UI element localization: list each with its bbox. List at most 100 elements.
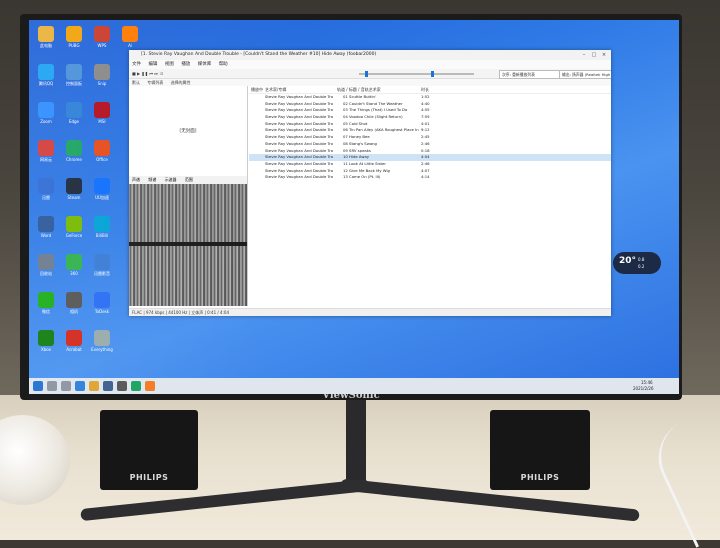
mail-icon[interactable]: [117, 381, 127, 391]
menu-help[interactable]: 帮助: [219, 62, 228, 67]
app-icon: [94, 64, 110, 80]
table-row[interactable]: Stevie Ray Vaughan And Double Trouble 02 …: [249, 101, 611, 108]
row-title: 04 Voodoo Chile (Slight Return): [343, 114, 403, 120]
table-row[interactable]: Stevie Ray Vaughan And Double Trouble 11 …: [249, 161, 611, 168]
table-row[interactable]: Stevie Ray Vaughan And Double Trouble 07 …: [249, 134, 611, 141]
col-artist[interactable]: 艺术家/专辑: [265, 86, 286, 93]
tab-oscilloscope[interactable]: 示波器: [165, 177, 177, 182]
desktop-icon[interactable]: 此电脑: [33, 26, 59, 48]
tab-range[interactable]: 范围: [185, 177, 193, 182]
row-artist: Stevie Ray Vaughan And Double Trouble: [265, 134, 333, 140]
tab-spectrum[interactable]: 频谱: [148, 177, 156, 182]
chrome-icon[interactable]: [131, 381, 141, 391]
seek-knob[interactable]: [365, 71, 368, 77]
desktop-icon[interactable]: Office: [89, 140, 115, 162]
desktop-icon[interactable]: 迅雷: [33, 178, 59, 200]
app-icon: [94, 330, 110, 346]
taskbar-date[interactable]: 2021/2/26: [633, 386, 654, 391]
row-artist: Stevie Ray Vaughan And Double Trouble: [265, 174, 333, 180]
desktop-icon[interactable]: 腾讯QQ: [33, 64, 59, 86]
desktop-icon[interactable]: Steam: [61, 178, 87, 200]
edge-icon[interactable]: [75, 381, 85, 391]
maximize-icon[interactable]: □: [589, 50, 599, 60]
tab-default[interactable]: 默认: [132, 80, 140, 85]
table-row[interactable]: Stevie Ray Vaughan And Double Trouble 09 …: [249, 148, 611, 155]
file-explorer-icon[interactable]: [89, 381, 99, 391]
desktop-icon-label: Zoom: [40, 119, 52, 124]
desktop-icon-label: BiliBili: [95, 233, 109, 238]
desktop-icon[interactable]: 网易云: [33, 140, 59, 162]
desktop-icon[interactable]: 控制面板: [61, 64, 87, 86]
desktop-icon[interactable]: Edge: [61, 102, 87, 124]
desktop-icon[interactable]: Acrobat: [61, 330, 87, 352]
desktop-icon[interactable]: WPS: [89, 26, 115, 48]
desktop-icon[interactable]: Snip: [89, 64, 115, 86]
table-row[interactable]: Stevie Ray Vaughan And Double Trouble 08 …: [249, 141, 611, 148]
desktop-icon[interactable]: ToDesk: [89, 292, 115, 314]
start-icon[interactable]: [33, 381, 43, 391]
desktop-icon[interactable]: MSI: [89, 102, 115, 124]
firefox-icon[interactable]: [145, 381, 155, 391]
desktop-icon[interactable]: PUBG: [61, 26, 87, 48]
menu-edit[interactable]: 编辑: [148, 62, 157, 67]
table-row[interactable]: Stevie Ray Vaughan And Double Trouble 03 …: [249, 107, 611, 114]
foobar-window[interactable]: [1. Stevie Ray Vaughan And Double Troubl…: [129, 50, 611, 316]
desktop-icon[interactable]: 回收站: [33, 254, 59, 276]
desktop-icon[interactable]: 相机: [61, 292, 87, 314]
desktop-icon[interactable]: Ai: [117, 26, 143, 48]
output-dropdown[interactable]: 输出: 扬声器 (Realtek High Definition Audio): [559, 70, 611, 79]
desktop-icon[interactable]: Zoom: [33, 102, 59, 124]
desktop-icon[interactable]: 微信: [33, 292, 59, 314]
taskbar-time[interactable]: 15:46: [641, 380, 653, 385]
desktop-icon-label: 此电脑: [40, 43, 52, 48]
desktop-icon[interactable]: GeForce: [61, 216, 87, 238]
table-row[interactable]: Stevie Ray Vaughan And Double Trouble 10 …: [249, 154, 611, 161]
desktop-icon[interactable]: Chrome: [61, 140, 87, 162]
table-row[interactable]: Stevie Ray Vaughan And Double Trouble 05 …: [249, 121, 611, 128]
table-row[interactable]: Stevie Ray Vaughan And Double Trouble 01 …: [249, 94, 611, 101]
tab-spectrogram[interactable]: 声谱: [132, 177, 140, 182]
weather-widget[interactable]: 20° 0.8 0.2: [613, 252, 661, 274]
table-row[interactable]: Stevie Ray Vaughan And Double Trouble 12 …: [249, 168, 611, 175]
menu-file[interactable]: 文件: [132, 62, 141, 67]
menu-library[interactable]: 媒体库: [198, 62, 212, 67]
app-icon: [94, 26, 110, 42]
row-title: 05 Cold Shot: [343, 120, 368, 126]
playlist: 播放中 艺术家/专辑 轨道 / 标题 / 音轨艺术家 时长 Stevie Ray…: [249, 86, 611, 306]
search-icon[interactable]: [47, 381, 57, 391]
tab-properties[interactable]: 选择的属性: [171, 80, 191, 85]
col-duration[interactable]: 时长: [421, 86, 429, 93]
desktop-icon[interactable]: 360: [61, 254, 87, 276]
desktop-icon[interactable]: 迅雷影音: [89, 254, 115, 276]
col-playing[interactable]: 播放中: [251, 86, 263, 93]
desktop-icon[interactable]: Everything: [89, 330, 115, 352]
menu-view[interactable]: 视图: [165, 62, 174, 67]
menu-playback[interactable]: 播放: [181, 62, 190, 67]
volume-knob[interactable]: [431, 71, 434, 77]
row-duration: 2:46: [421, 160, 430, 166]
seek-bar[interactable]: [359, 73, 429, 75]
desktop-icon[interactable]: Word: [33, 216, 59, 238]
app-icon: [66, 140, 82, 156]
desktop-icon-label: 迅雷: [42, 195, 50, 200]
col-track[interactable]: 轨道 / 标题 / 音轨艺术家: [337, 86, 381, 93]
app-icon: [66, 216, 82, 232]
volume-bar[interactable]: [429, 73, 474, 75]
desktop-icon[interactable]: Xbox: [33, 330, 59, 352]
desktop-icon-label: Everything: [91, 347, 113, 352]
table-row[interactable]: Stevie Ray Vaughan And Double Trouble 13 …: [249, 174, 611, 181]
store-icon[interactable]: [103, 381, 113, 391]
desktop-icon[interactable]: BiliBili: [89, 216, 115, 238]
table-row[interactable]: Stevie Ray Vaughan And Double Trouble 06 …: [249, 127, 611, 134]
close-icon[interactable]: ×: [599, 50, 609, 60]
minimize-icon[interactable]: –: [579, 50, 589, 60]
tab-album-list[interactable]: 专辑列表: [147, 80, 163, 85]
transport-icons[interactable]: ■ ▶ ❚❚ ⏮ ⏭ ⤨: [132, 69, 162, 78]
order-dropdown[interactable]: 次序: 重新播放列表: [499, 70, 560, 79]
task-view-icon[interactable]: [61, 381, 71, 391]
table-row[interactable]: Stevie Ray Vaughan And Double Trouble 04 …: [249, 114, 611, 121]
app-icon: [122, 26, 138, 42]
row-duration: 4:55: [421, 107, 430, 113]
app-icon: [38, 292, 54, 308]
desktop-icon[interactable]: UU加速: [89, 178, 115, 200]
